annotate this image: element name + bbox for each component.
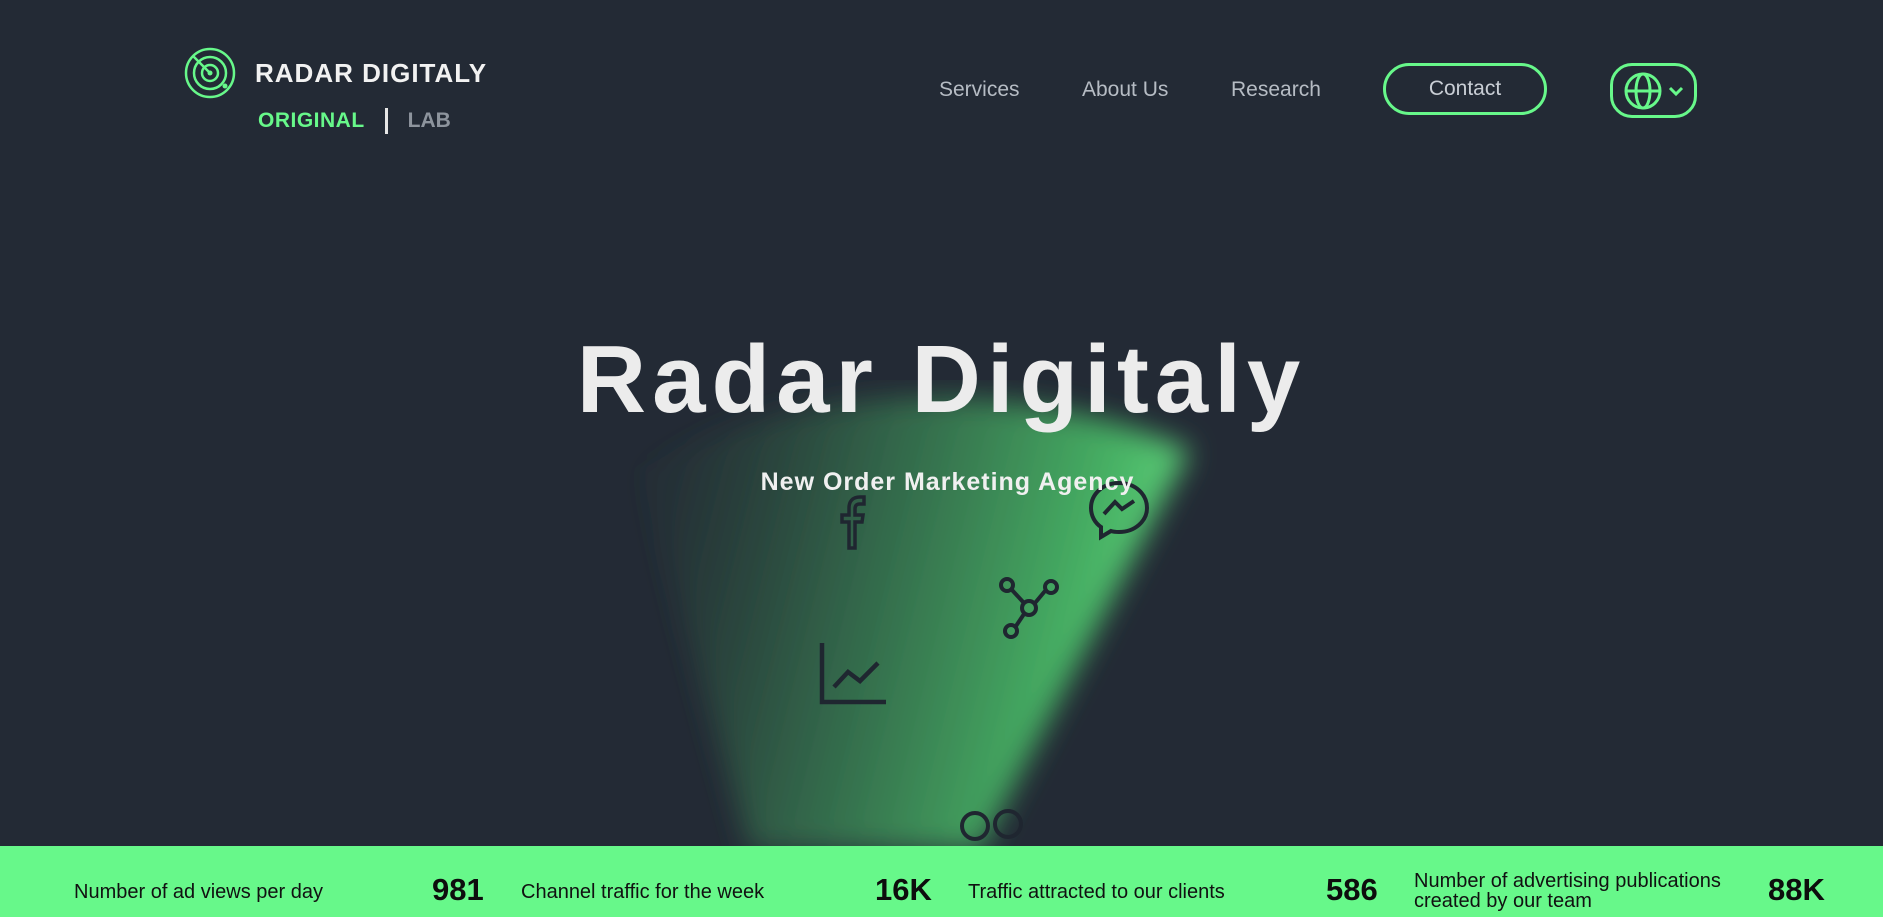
language-selector[interactable] (1610, 63, 1697, 118)
stat-label: Channel traffic for the week (521, 881, 765, 903)
line-chart-icon (819, 643, 886, 705)
stat-value: 16K (875, 872, 932, 907)
network-icon (999, 577, 1059, 639)
nav-research[interactable]: Research (1231, 78, 1321, 102)
stat-value: 981 (432, 872, 484, 907)
mode-switch: ORIGINAL LAB (258, 108, 451, 134)
stat-label: Number of advertising publications creat… (1414, 870, 1721, 912)
mode-original-link[interactable]: ORIGINAL (258, 109, 365, 133)
brand-name[interactable]: RADAR DIGITALY (255, 58, 487, 89)
hero-subtitle: New Order Marketing Agency (760, 468, 1135, 496)
radar-icon[interactable] (183, 46, 237, 100)
hero-title: Radar Digitaly (576, 326, 1307, 433)
flickr-icon (960, 809, 1023, 841)
stat-value: 88K (1768, 872, 1825, 907)
stat-value: 586 (1326, 872, 1378, 907)
stats-bar: Number of ad views per day 981 Channel t… (0, 846, 1883, 917)
site-header: RADAR DIGITALY ORIGINAL LAB Services Abo… (0, 0, 1883, 160)
contact-button[interactable]: Contact (1383, 63, 1547, 115)
mode-divider (384, 108, 388, 134)
nav-about-us[interactable]: About Us (1082, 78, 1168, 102)
stat-label: Traffic attracted to our clients (968, 881, 1225, 903)
globe-icon (1624, 72, 1661, 109)
nav-services[interactable]: Services (939, 78, 1020, 102)
facebook-icon (840, 495, 866, 550)
chevron-down-icon (1668, 86, 1683, 96)
mode-lab-link[interactable]: LAB (408, 109, 451, 133)
stat-label: Number of ad views per day (74, 881, 324, 903)
